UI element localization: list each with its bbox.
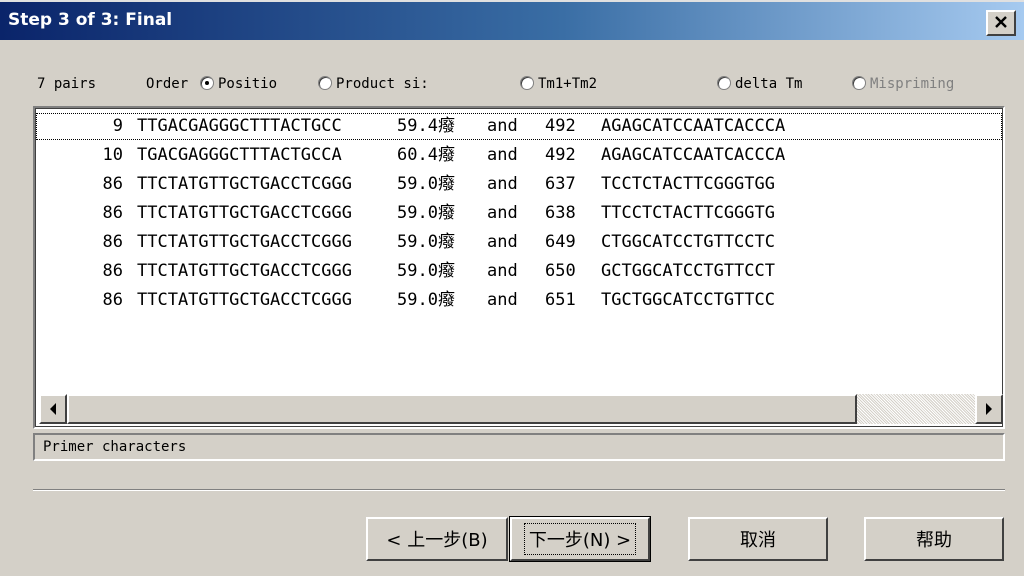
cell-pos: 86	[102, 174, 123, 194]
cell-pos2: 651	[545, 290, 576, 310]
cell-tm: 59.0癈	[397, 232, 455, 252]
radio-button-icon	[200, 76, 214, 90]
table-row[interactable]: 86 TTCTATGTTGCTGACCTCGGG 59.0癈 and 638 TTCCTC…	[35, 199, 1003, 228]
cell-tm: 59.4癈	[397, 116, 455, 136]
cell-seq: TTCTATGTTGCTGACCTCGGG	[137, 174, 352, 194]
scroll-right-button[interactable]	[975, 394, 1003, 424]
radio-product-size[interactable]: Product si:	[318, 76, 429, 92]
cell-seq: TTCTATGTTGCTGACCTCGGG	[137, 232, 352, 252]
cell-pos2: 650	[545, 261, 576, 281]
scrollbar-thumb[interactable]	[67, 394, 857, 424]
cell-pos2: 492	[545, 145, 576, 165]
cell-and: and	[487, 261, 518, 281]
next-button-label: 下一步(N) >	[523, 523, 637, 555]
cell-pos2: 638	[545, 203, 576, 223]
cell-tm: 60.4癈	[397, 145, 455, 165]
cancel-button[interactable]: 取消	[688, 517, 828, 561]
arrow-right-icon	[985, 400, 993, 419]
cell-seq2: CTGGCATCCTGTTCCTC	[601, 232, 775, 252]
cell-and: and	[487, 174, 518, 194]
cell-and: and	[487, 145, 518, 165]
cell-seq2: TTCCTCTACTTCGGGTG	[601, 203, 775, 223]
separator	[33, 489, 1005, 491]
cell-pos: 86	[102, 290, 123, 310]
order-label: Order	[146, 76, 189, 92]
table-row[interactable]: 9 TTGACGAGGGCTTTACTGCC 59.4癈 and 492 AGAGCATC…	[35, 112, 1003, 141]
scroll-left-button[interactable]	[39, 394, 67, 424]
cell-pos: 86	[102, 261, 123, 281]
cell-pos: 10	[102, 145, 123, 165]
table-row[interactable]: 86 TTCTATGTTGCTGACCTCGGG 59.0癈 and 637 TCCTCT…	[35, 170, 1003, 199]
table-row[interactable]: 10 TGACGAGGGCTTTACTGCCA 60.4癈 and 492 AGAGCAT…	[35, 141, 1003, 170]
cell-pos: 86	[102, 232, 123, 252]
next-button[interactable]: 下一步(N) >	[509, 516, 651, 562]
cell-pos2: 649	[545, 232, 576, 252]
close-icon	[994, 14, 1008, 33]
cell-and: and	[487, 290, 518, 310]
cell-seq: TTCTATGTTGCTGACCTCGGG	[137, 290, 352, 310]
cell-seq2: GCTGGCATCCTGTTCCT	[601, 261, 775, 281]
cell-seq2: AGAGCATCCAATCACCCA	[601, 145, 786, 165]
cell-pos2: 637	[545, 174, 576, 194]
cell-pos2: 492	[545, 116, 576, 136]
cell-seq: TTCTATGTTGCTGACCTCGGG	[137, 203, 352, 223]
cell-tm: 59.0癈	[397, 290, 455, 310]
radio-button-icon	[852, 76, 866, 90]
cell-seq: TTCTATGTTGCTGACCTCGGG	[137, 261, 352, 281]
radio-mispriming: Mispriming	[852, 76, 1022, 92]
window-title: Step 3 of 3: Final	[8, 10, 173, 30]
radio-position[interactable]: Positio	[200, 76, 277, 92]
cell-tm: 59.0癈	[397, 174, 455, 194]
radio-button-icon	[717, 76, 731, 90]
primer-pairs-list[interactable]: 9 TTGACGAGGGCTTTACTGCC 59.4癈 and 492 AGAGCATC…	[33, 106, 1005, 429]
table-row[interactable]: 86 TTCTATGTTGCTGACCTCGGG 59.0癈 and 650 GCTGGC…	[35, 257, 1003, 286]
cell-seq2: AGAGCATCCAATCACCCA	[601, 116, 786, 136]
cell-seq2: TGCTGGCATCCTGTTCC	[601, 290, 775, 310]
status-field: Primer characters	[33, 433, 1005, 461]
cell-and: and	[487, 203, 518, 223]
cell-pos: 86	[102, 203, 123, 223]
radio-button-icon	[520, 76, 534, 90]
cell-and: and	[487, 116, 518, 136]
title-bar: Step 3 of 3: Final	[0, 0, 1024, 40]
sort-options: 7 pairs Order Positio Product si: Tm1+Tm…	[0, 76, 1024, 98]
close-button[interactable]	[986, 10, 1016, 36]
cell-seq: TTGACGAGGGCTTTACTGCC	[137, 116, 342, 136]
radio-delta-tm[interactable]: delta Tm	[717, 76, 802, 92]
cell-seq2: TCCTCTACTTCGGGTGG	[601, 174, 775, 194]
table-row[interactable]: 86 TTCTATGTTGCTGACCTCGGG 59.0癈 and 649 CTGGCA…	[35, 228, 1003, 257]
cell-tm: 59.0癈	[397, 261, 455, 281]
cell-seq: TGACGAGGGCTTTACTGCCA	[137, 145, 342, 165]
horizontal-scrollbar[interactable]	[39, 394, 1003, 424]
pairs-count: 7 pairs	[37, 76, 97, 92]
radio-tm1-tm2[interactable]: Tm1+Tm2	[520, 76, 597, 92]
back-button[interactable]: < 上一步(B)	[366, 517, 508, 561]
cell-tm: 59.0癈	[397, 203, 455, 223]
radio-button-icon	[318, 76, 332, 90]
arrow-left-icon	[49, 400, 57, 419]
table-row[interactable]: 86 TTCTATGTTGCTGACCTCGGG 59.0癈 and 651 TGCTGG…	[35, 286, 1003, 315]
cell-pos: 9	[112, 116, 123, 136]
cell-and: and	[487, 232, 518, 252]
help-button[interactable]: 帮助	[864, 517, 1004, 561]
